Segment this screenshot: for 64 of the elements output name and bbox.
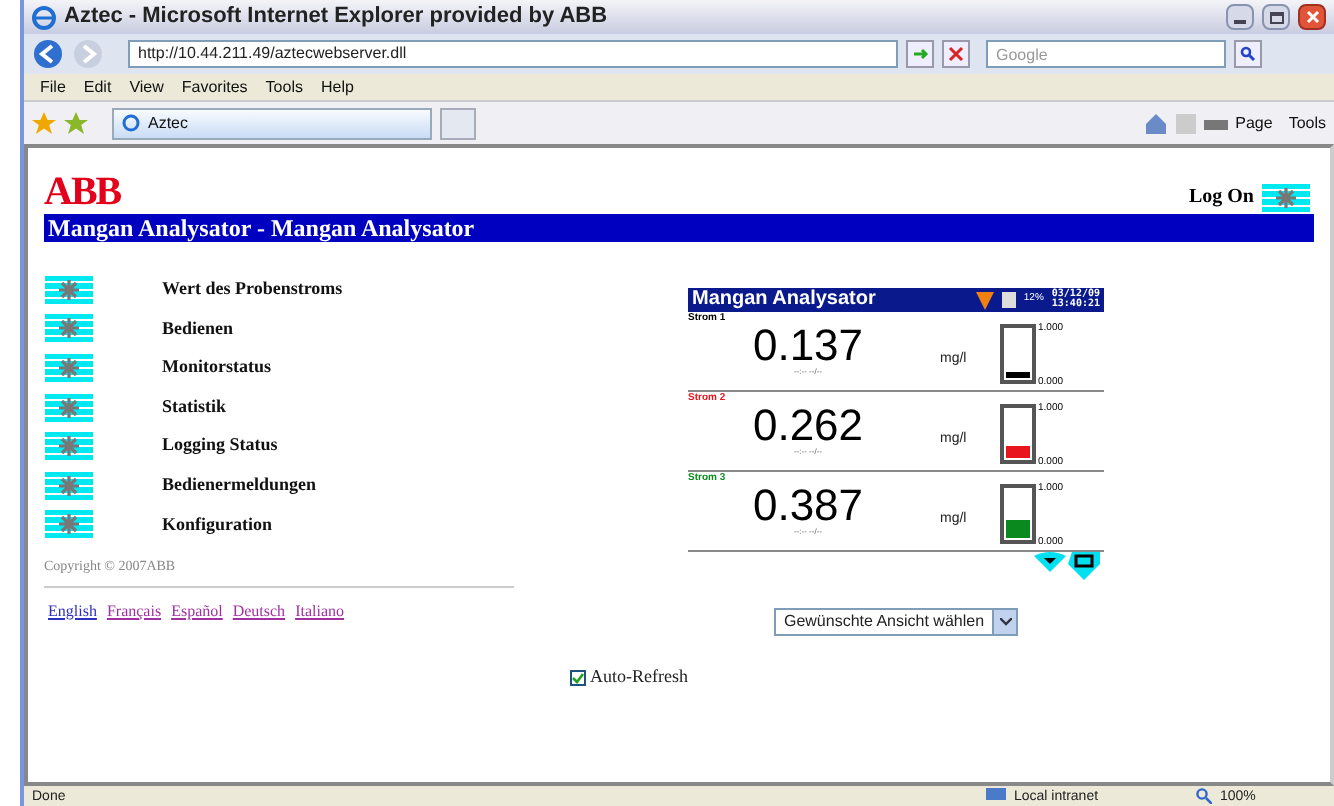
asterisk-icon[interactable] [1262,183,1310,211]
display-title: Mangan Analysator [692,290,878,310]
command-button[interactable]: Tools [1288,111,1326,135]
asterisk-icon[interactable] [44,353,94,382]
stream-value: 0.387 [752,484,864,528]
menu-item[interactable]: Help [320,75,354,99]
view-select[interactable]: Gewünschte Ansicht wählen [773,608,1019,636]
screen-icon[interactable] [1068,552,1100,580]
stop-button[interactable] [942,40,970,68]
asterisk-icon[interactable] [44,510,94,539]
asterisk-icon[interactable] [44,314,94,343]
star-icon[interactable] [32,111,56,135]
asterisk-icon[interactable] [44,432,94,461]
language-link[interactable]: Français [106,599,162,624]
asterisk-icon[interactable] [44,393,94,422]
back-icon[interactable] [32,38,64,70]
menu-item[interactable]: File [40,75,66,99]
auto-refresh-label: Auto-Refresh [590,664,688,690]
auto-refresh-checkbox[interactable] [570,669,586,686]
browser-tab[interactable]: Aztec [112,107,432,139]
scroll-down-icon[interactable] [1034,552,1066,572]
language-link[interactable]: Deutsch [232,599,286,624]
stop-icon [948,46,964,62]
warning-icon [975,291,994,309]
close-icon [1305,10,1319,24]
zoom-icon[interactable] [1196,788,1212,804]
menu-item[interactable]: View [129,75,164,99]
menu-item[interactable]: Favorites [181,75,248,99]
close-button[interactable] [1298,4,1326,30]
nav-link[interactable]: Bedienen [162,315,234,343]
dropdown-caret-icon [999,618,1012,626]
nav-link[interactable]: Bedienermeldungen [162,472,317,500]
language-link[interactable]: English [48,599,97,624]
search-button[interactable] [1234,40,1262,68]
language-link[interactable]: Español [171,599,223,624]
stream-value: 0.137 [752,324,864,368]
stream-value: 0.262 [752,404,864,448]
nav-link[interactable]: Konfiguration [162,511,273,539]
add-star-icon[interactable] [64,111,88,135]
asterisk-icon[interactable] [44,471,94,500]
language-link[interactable]: Italiano [295,599,344,624]
go-arrow-icon [911,45,929,63]
home-icon[interactable] [1143,111,1168,135]
card-icon [1001,292,1016,308]
nav-link[interactable]: Monitorstatus [162,354,271,382]
minimize-button[interactable] [1226,4,1254,30]
window-title: Aztec - Microsoft Internet Explorer provided by ABB [64,2,608,33]
browser-logo-icon [122,114,140,132]
nav-link[interactable]: Wert des Probenstroms [162,276,343,304]
company-logo: ABB [44,172,121,212]
browser-logo-icon [32,5,56,29]
search-field[interactable]: Google [986,40,1226,68]
search-icon [1240,46,1256,62]
asterisk-icon[interactable] [44,275,94,304]
menu-item[interactable]: Edit [83,75,112,99]
command-button[interactable]: Page [1235,111,1273,135]
page-title: Mangan Analysator - Mangan Analysator [48,216,475,240]
nav-link[interactable]: Statistik [162,393,227,421]
refresh-button[interactable] [906,40,934,68]
nav-link[interactable]: Logging Status [162,432,278,460]
log-on-link[interactable]: Log On [1188,182,1254,212]
menu-item[interactable]: Tools [265,75,303,99]
address-field[interactable]: http://10.44.211.49/aztecwebserver.dll [128,40,898,68]
maximize-button[interactable] [1262,4,1290,30]
